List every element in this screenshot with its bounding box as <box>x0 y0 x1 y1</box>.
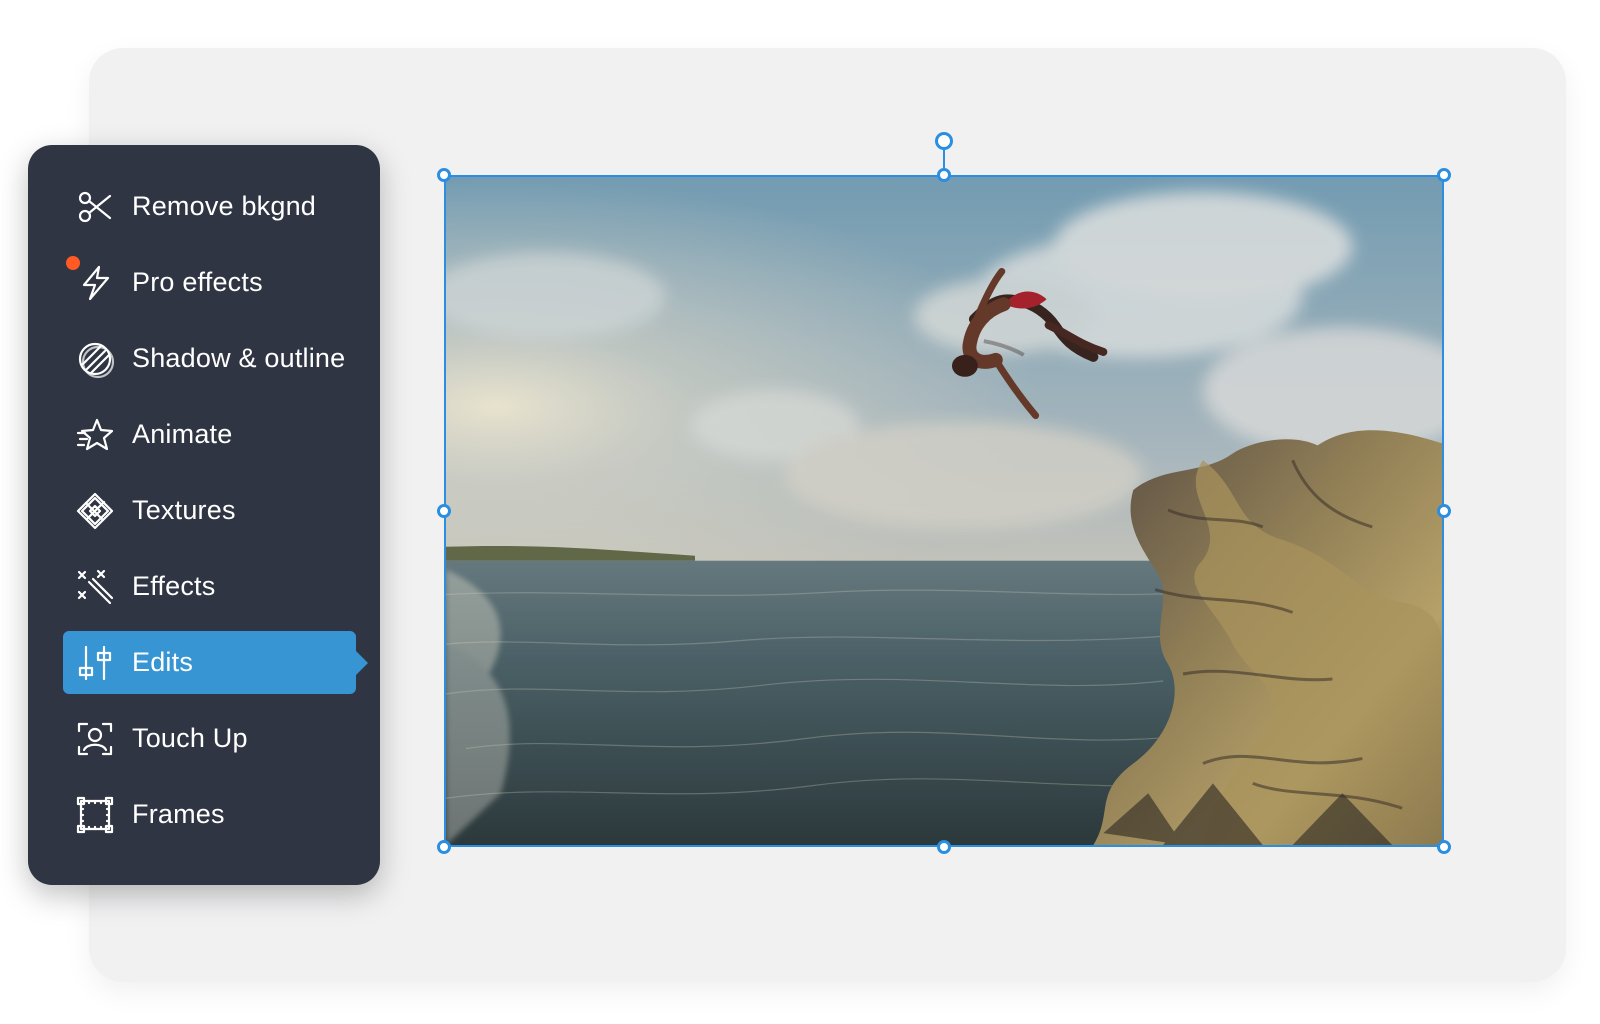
menu-label: Touch Up <box>132 723 248 753</box>
menu-label: Effects <box>132 571 216 601</box>
shadow-outline-icon <box>74 338 116 380</box>
tools-menu: Remove bkgnd Pro effects Shadow & outlin… <box>28 145 380 885</box>
texture-icon <box>74 490 116 532</box>
menu-item-remove-bkgnd[interactable]: Remove bkgnd <box>63 175 356 238</box>
photo-illustration <box>446 177 1442 845</box>
scissors-icon <box>74 186 116 228</box>
menu-label: Textures <box>132 495 236 525</box>
menu-item-edits[interactable]: Edits <box>63 631 356 694</box>
menu-item-effects[interactable]: Effects <box>63 555 356 618</box>
resize-handle-bottom-left[interactable] <box>437 840 451 854</box>
app-stage: Remove bkgnd Pro effects Shadow & outlin… <box>0 0 1600 1024</box>
face-scan-icon <box>74 718 116 760</box>
resize-handle-bottom[interactable] <box>937 840 951 854</box>
menu-item-touch-up[interactable]: Touch Up <box>63 707 356 770</box>
menu-label: Pro effects <box>132 267 263 297</box>
menu-item-animate[interactable]: Animate <box>63 403 356 466</box>
menu-item-textures[interactable]: Textures <box>63 479 356 542</box>
menu-item-frames[interactable]: Frames <box>63 783 356 846</box>
menu-label: Remove bkgnd <box>132 191 317 221</box>
notification-dot <box>66 256 80 270</box>
menu-label: Edits <box>132 647 194 677</box>
menu-item-pro-effects[interactable]: Pro effects <box>63 251 356 314</box>
rotate-handle[interactable] <box>935 132 953 150</box>
menu-label: Shadow & outline <box>132 343 346 373</box>
star-motion-icon <box>74 414 116 456</box>
resize-handle-top[interactable] <box>937 168 951 182</box>
cliff-diving-photo <box>446 177 1442 845</box>
selected-image-layer[interactable] <box>444 175 1444 847</box>
resize-handle-left[interactable] <box>437 504 451 518</box>
sliders-icon <box>74 642 116 684</box>
menu-item-shadow-outline[interactable]: Shadow & outline <box>63 327 356 390</box>
resize-handle-right[interactable] <box>1437 504 1451 518</box>
menu-label: Animate <box>132 419 233 449</box>
magic-wand-icon <box>74 566 116 608</box>
lightning-icon <box>74 262 116 304</box>
resize-handle-top-right[interactable] <box>1437 168 1451 182</box>
resize-handle-top-left[interactable] <box>437 168 451 182</box>
frame-icon <box>74 794 116 836</box>
resize-handle-bottom-right[interactable] <box>1437 840 1451 854</box>
menu-label: Frames <box>132 799 225 829</box>
